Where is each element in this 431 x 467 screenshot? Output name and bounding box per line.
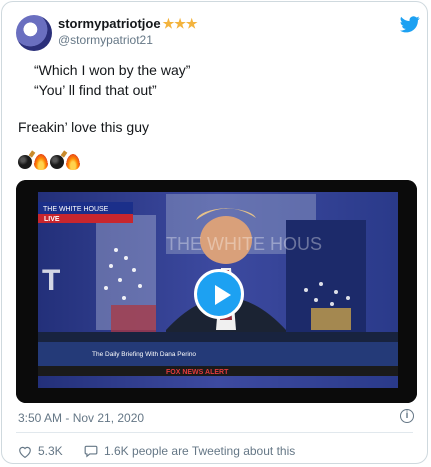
bomb-emoji-icon	[50, 155, 64, 169]
avatar[interactable]	[16, 15, 52, 51]
divider	[16, 432, 413, 433]
tweet-quote-line-1: “Which I won by the way”	[34, 62, 191, 78]
tv-alert: FOX NEWS ALERT	[166, 369, 229, 376]
speech-bubble-icon	[84, 445, 98, 458]
twitter-bird-icon[interactable]	[400, 16, 420, 33]
tweeting-about-text: 1.6K people are Tweeting about this	[104, 444, 296, 458]
tweeting-about-action[interactable]: 1.6K people are Tweeting about this	[84, 444, 295, 458]
like-count: 5.3K	[38, 444, 63, 458]
bomb-emoji-icon	[18, 155, 32, 169]
display-name[interactable]: stormypatriotjoe ★★★	[58, 16, 198, 32]
tweet-body-line: Freakin’ love this guy	[18, 119, 149, 135]
star-badges: ★★★	[162, 16, 198, 31]
tweet-quote-line-2: “You’ ll find that out”	[34, 82, 157, 98]
tv-caption-live: LIVE	[44, 216, 60, 223]
video-player[interactable]: THE WHITE HOUSE LIVE THE WHITE HOUS T Th…	[16, 180, 417, 403]
info-icon[interactable]: i	[400, 409, 414, 423]
tv-caption-top: THE WHITE HOUSE	[43, 206, 109, 213]
emoji-row	[18, 152, 80, 172]
like-action[interactable]: 5.3K	[18, 444, 63, 458]
play-icon[interactable]	[194, 269, 244, 319]
tv-lower-third: The Daily Briefing With Dana Perino	[92, 351, 196, 358]
user-handle[interactable]: @stormypatriot21	[58, 33, 153, 47]
tv-big-letter: T	[42, 264, 60, 297]
tweet-card[interactable]: stormypatriotjoe ★★★ @stormypatriot21 “Wh…	[1, 1, 428, 464]
tv-background-text: THE WHITE HOUS	[166, 234, 322, 254]
heart-icon	[19, 446, 31, 458]
display-name-text[interactable]: stormypatriotjoe	[58, 16, 161, 31]
fire-emoji-icon	[34, 154, 48, 170]
timestamp[interactable]: 3:50 AM - Nov 21, 2020	[18, 411, 144, 425]
fire-emoji-icon	[66, 154, 80, 170]
